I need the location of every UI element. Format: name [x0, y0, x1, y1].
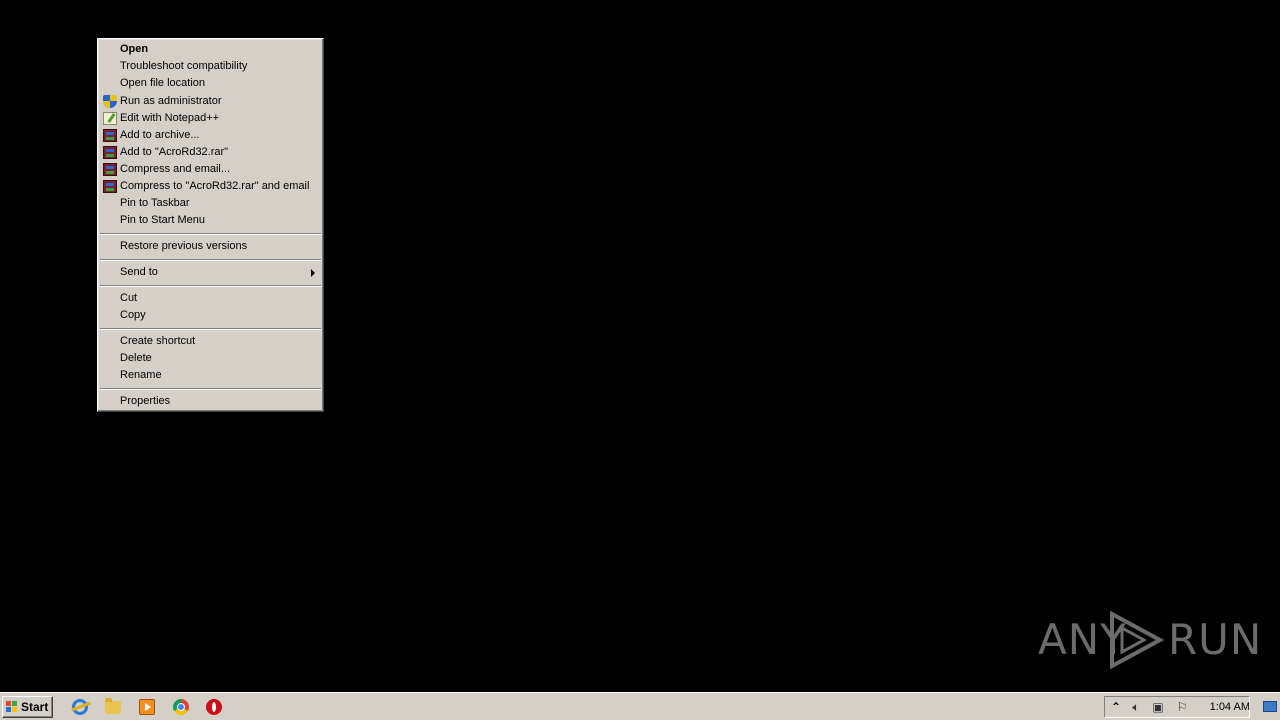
menu-item-edit-with-notepadpp[interactable]: Edit with Notepad++ — [100, 110, 321, 127]
menu-separator — [100, 285, 321, 287]
menu-item-compress-to-rar-and-email[interactable]: Compress to "AcroRd32.rar" and email — [100, 178, 321, 195]
menu-item-open[interactable]: Open — [100, 41, 321, 58]
watermark-text-right: RUN — [1168, 615, 1263, 664]
menu-item-pin-to-start-menu[interactable]: Pin to Start Menu — [100, 212, 321, 229]
menu-item-send-to[interactable]: Send to — [100, 264, 321, 281]
volume-icon[interactable]: 🔈︎ — [1129, 700, 1143, 714]
menu-item-open-file-location[interactable]: Open file location — [100, 75, 321, 92]
show-hidden-icons-icon[interactable]: ⌃ — [1111, 699, 1121, 715]
menu-separator — [100, 388, 321, 390]
winrar-icon — [103, 163, 117, 176]
clock[interactable]: 1:04 AM — [1210, 696, 1250, 718]
menu-item-label: Rename — [120, 369, 162, 381]
menu-item-label: Run as administrator — [120, 95, 222, 107]
notepadpp-icon — [103, 112, 117, 125]
menu-item-delete[interactable]: Delete — [100, 350, 321, 367]
menu-item-rename[interactable]: Rename — [100, 367, 321, 384]
menu-item-add-to-archive[interactable]: Add to archive... — [100, 127, 321, 144]
winrar-icon — [103, 129, 117, 142]
menu-item-properties[interactable]: Properties — [100, 393, 321, 410]
opera-icon[interactable] — [206, 699, 222, 715]
menu-separator — [100, 259, 321, 261]
menu-item-label: Copy — [120, 309, 146, 321]
context-menu: Open Troubleshoot compatibility Open fil… — [97, 38, 324, 412]
start-button[interactable]: Start — [2, 696, 53, 718]
play-logo-icon — [1110, 610, 1164, 670]
menu-item-label: Open file location — [120, 77, 205, 89]
taskbar: Start ⌃ 🔈︎ ▣ ⚐ 1:04 AM — [0, 692, 1280, 720]
menu-item-label: Compress to "AcroRd32.rar" and email — [120, 180, 310, 192]
winrar-icon — [103, 146, 117, 159]
menu-item-label: Properties — [120, 395, 171, 407]
menu-item-create-shortcut[interactable]: Create shortcut — [100, 333, 321, 350]
internet-explorer-icon[interactable] — [72, 699, 88, 715]
winrar-icon — [103, 180, 117, 193]
submenu-arrow-icon — [311, 269, 315, 277]
menu-item-label: Delete — [120, 352, 152, 364]
start-label: Start — [21, 700, 49, 714]
menu-item-label: Create shortcut — [120, 335, 196, 347]
windows-explorer-icon[interactable] — [105, 698, 121, 714]
menu-item-label: Add to "AcroRd32.rar" — [120, 146, 229, 158]
show-desktop-icon[interactable] — [1263, 701, 1277, 712]
menu-item-copy[interactable]: Copy — [100, 307, 321, 324]
menu-item-label: Send to — [120, 266, 158, 278]
menu-item-label: Add to archive... — [120, 129, 200, 141]
menu-item-label: Cut — [120, 292, 138, 304]
menu-item-label: Troubleshoot compatibility — [120, 60, 248, 72]
menu-item-cut[interactable]: Cut — [100, 290, 321, 307]
windows-logo-icon — [6, 701, 18, 713]
menu-item-troubleshoot-compatibility[interactable]: Troubleshoot compatibility — [100, 58, 321, 75]
menu-item-compress-and-email[interactable]: Compress and email... — [100, 161, 321, 178]
menu-separator — [100, 233, 321, 235]
menu-item-label: Pin to Taskbar — [120, 197, 190, 209]
menu-item-label: Open — [120, 43, 149, 55]
media-player-icon[interactable] — [139, 699, 155, 715]
menu-item-add-to-rar[interactable]: Add to "AcroRd32.rar" — [100, 144, 321, 161]
uac-shield-icon — [103, 95, 117, 108]
menu-item-label: Restore previous versions — [120, 240, 248, 252]
menu-item-label: Edit with Notepad++ — [120, 112, 220, 124]
network-icon[interactable]: ▣ — [1151, 700, 1165, 714]
menu-item-run-as-administrator[interactable]: Run as administrator — [100, 93, 321, 110]
menu-separator — [100, 328, 321, 330]
menu-item-label: Compress and email... — [120, 163, 231, 175]
action-center-flag-icon[interactable]: ⚐ — [1175, 700, 1189, 714]
menu-item-pin-to-taskbar[interactable]: Pin to Taskbar — [100, 195, 321, 212]
menu-item-restore-previous-versions[interactable]: Restore previous versions — [100, 238, 321, 255]
menu-item-label: Pin to Start Menu — [120, 214, 205, 226]
chrome-icon[interactable] — [173, 699, 189, 715]
